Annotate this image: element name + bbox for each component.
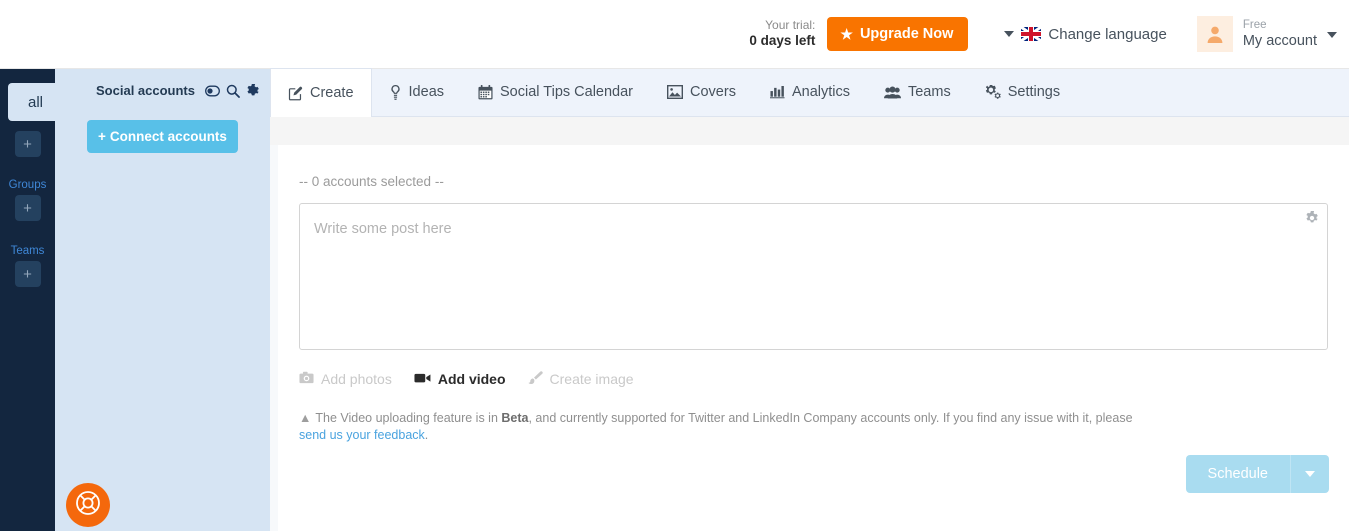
tab-analytics-label: Analytics	[791, 84, 850, 100]
toggle-switch-icon[interactable]	[205, 85, 220, 97]
rail-groups-label: Groups	[8, 179, 47, 191]
schedule-button-group: Schedule	[1185, 455, 1329, 493]
create-post-panel: -- 0 accounts selected -- Write some pos…	[278, 145, 1349, 531]
video-beta-notice: ▲ The Video uploading feature is in Beta,…	[299, 410, 1159, 444]
change-language-selector[interactable]: Change language	[1004, 25, 1167, 43]
social-accounts-header: Social accounts	[55, 69, 270, 98]
upgrade-now-button[interactable]: ★ Upgrade Now	[827, 17, 969, 51]
add-group-button[interactable]: +	[14, 195, 41, 221]
tab-teams-label: Teams	[907, 84, 951, 100]
add-video-label: Add video	[437, 371, 506, 387]
social-accounts-panel: Social accounts + Connect accounts	[55, 69, 270, 531]
schedule-button[interactable]: Schedule	[1185, 455, 1290, 493]
tab-social-tips-calendar-label: Social Tips Calendar	[500, 84, 634, 100]
caret-down-icon	[1305, 471, 1315, 477]
user-avatar-icon	[1196, 16, 1233, 52]
trial-status: Your trial: 0 days left	[749, 18, 815, 50]
add-team-button[interactable]: +	[14, 261, 41, 287]
rail-all-label: all	[27, 93, 43, 111]
plus-icon: +	[23, 265, 32, 283]
tab-covers-label: Covers	[690, 84, 736, 100]
plus-icon: +	[98, 129, 106, 144]
plus-icon: +	[23, 199, 32, 217]
post-composer[interactable]: Write some post here	[299, 203, 1328, 350]
top-bar: Your trial: 0 days left ★ Upgrade Now Ch…	[0, 0, 1349, 69]
composer-settings-gear-icon[interactable]	[1305, 211, 1319, 225]
star-icon: ★	[840, 26, 853, 42]
rail-add-account-group: +	[0, 131, 55, 157]
bar-chart-icon	[769, 85, 785, 99]
rail-groups-section: Groups +	[0, 179, 55, 221]
tab-create-label: Create	[310, 85, 354, 101]
lightbulb-icon	[389, 84, 402, 100]
my-account-menu[interactable]: Free My account	[1196, 16, 1337, 52]
uk-flag-icon	[1021, 27, 1042, 41]
schedule-dropdown-toggle[interactable]	[1290, 455, 1329, 493]
video-camera-icon	[414, 371, 431, 387]
pencil-square-icon	[288, 86, 303, 101]
gears-icon	[985, 84, 1001, 100]
add-photos-label: Add photos	[321, 371, 392, 387]
lifebuoy-icon	[75, 490, 101, 521]
add-video-button[interactable]: Add video	[414, 371, 506, 387]
search-icon[interactable]	[226, 84, 240, 98]
users-icon	[883, 86, 901, 99]
tab-ideas-label: Ideas	[408, 84, 445, 100]
create-image-button[interactable]: Create image	[527, 371, 634, 387]
change-language-label: Change language	[1048, 25, 1167, 43]
tab-settings-label: Settings	[1007, 84, 1061, 100]
toolbar-strip	[270, 117, 1349, 145]
rail-teams-section: Teams +	[0, 245, 55, 287]
connect-accounts-button[interactable]: + Connect accounts	[87, 120, 238, 153]
tab-social-tips-calendar[interactable]: Social Tips Calendar	[461, 68, 650, 116]
notice-part-1: The Video uploading feature is in	[315, 411, 502, 425]
tab-teams[interactable]: Teams	[867, 68, 968, 116]
upgrade-now-label: Upgrade Now	[859, 26, 954, 42]
media-attachment-row: Add photos Add video Create image	[299, 371, 634, 387]
caret-down-icon	[1327, 32, 1337, 38]
help-support-button[interactable]	[66, 483, 110, 527]
warning-triangle-icon: ▲	[299, 411, 312, 425]
tab-settings[interactable]: Settings	[968, 68, 1077, 116]
accounts-selected-label: -- 0 accounts selected --	[299, 174, 444, 189]
account-name-label: My account	[1242, 33, 1317, 50]
gear-icon[interactable]	[246, 83, 260, 98]
connect-accounts-label: Connect accounts	[109, 129, 227, 144]
create-image-label: Create image	[549, 371, 634, 387]
account-text: Free My account	[1243, 18, 1317, 51]
paintbrush-icon	[527, 371, 543, 387]
add-account-button[interactable]: +	[14, 131, 41, 157]
account-plan-label: Free	[1242, 18, 1267, 31]
trial-days-left: 0 days left	[749, 33, 816, 49]
tab-create[interactable]: Create	[270, 68, 372, 117]
notice-part-3: .	[424, 427, 429, 442]
notice-beta-word: Beta	[501, 411, 529, 425]
social-accounts-title: Social accounts	[96, 83, 195, 98]
left-rail: all + Groups + Teams +	[0, 69, 63, 531]
main-tab-bar: Create Ideas Social Tips Calendar Covers…	[270, 68, 1349, 117]
tab-analytics[interactable]: Analytics	[753, 68, 867, 116]
tab-covers[interactable]: Covers	[650, 68, 753, 116]
rail-teams-label: Teams	[10, 245, 45, 257]
calendar-icon	[478, 84, 493, 100]
post-textarea-placeholder: Write some post here	[314, 221, 452, 237]
trial-label: Your trial:	[765, 18, 816, 33]
send-feedback-link[interactable]: send us your feedback	[299, 428, 425, 442]
image-icon	[667, 85, 684, 99]
caret-down-icon	[1004, 31, 1015, 37]
notice-part-2: , and currently supported for Twitter an…	[528, 411, 1133, 425]
add-photos-button[interactable]: Add photos	[299, 371, 392, 387]
camera-icon	[299, 371, 314, 387]
tab-ideas[interactable]: Ideas	[372, 68, 461, 116]
plus-icon: +	[23, 135, 32, 153]
